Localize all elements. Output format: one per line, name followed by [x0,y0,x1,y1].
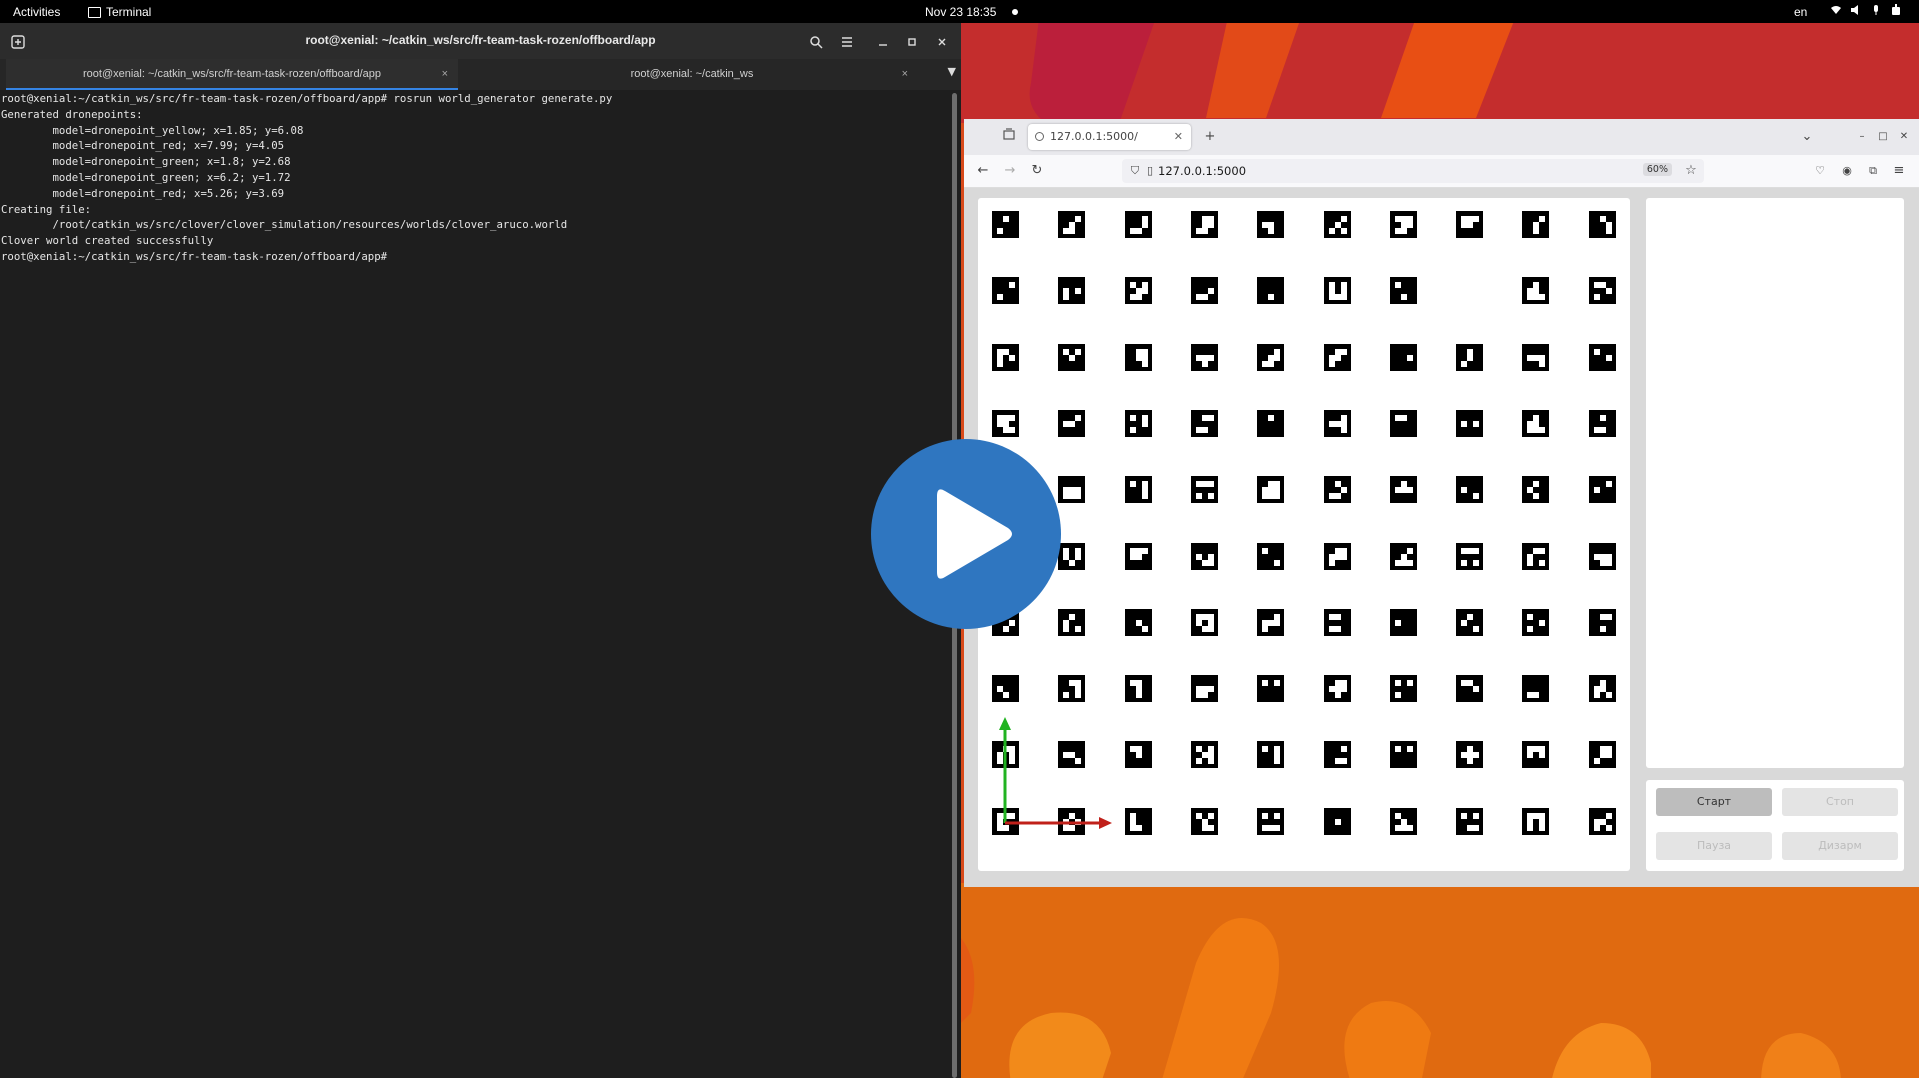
zoom-indicator[interactable]: 60% [1642,163,1672,176]
aruco-map[interactable] [978,198,1630,871]
menu-icon[interactable]: ≡ [1890,162,1908,180]
tab-label: root@xenial: ~/catkin_ws [630,68,754,80]
tab-dropdown-icon[interactable]: ▼ [948,65,956,78]
terminal-line: Clover world created successfully [1,234,214,248]
terminal-line: model=dronepoint_green; x=1.8; y=2.68 [1,155,291,169]
terminal-tab-bar: root@xenial: ~/catkin_ws/src/fr-team-tas… [0,59,961,90]
tab-close-icon[interactable]: × [902,59,908,89]
clock[interactable]: Nov 23 18:35 [925,5,996,19]
tab-title: 127.0.0.1:5000/ [1050,130,1138,143]
play-icon [937,489,1012,579]
volume-icon [1850,4,1862,18]
pocket-icon[interactable]: ♡ [1811,162,1829,180]
browser-tab[interactable]: 127.0.0.1:5000/ ✕ [1028,124,1191,150]
tab-close-icon[interactable]: × [442,59,448,89]
terminal-line: model=dronepoint_red; x=7.99; y=4.05 [1,139,285,153]
wifi-icon [1830,4,1842,18]
minimize-icon[interactable]: – [1853,128,1871,146]
system-top-bar: Activities Terminal Nov 23 18:35 en [0,0,1919,23]
terminal-line: /root/catkin_ws/src/clover/clover_simula… [1,218,568,232]
new-tab-icon[interactable]: + [1201,128,1219,146]
close-icon[interactable] [931,31,953,53]
terminal-headerbar: root@xenial: ~/catkin_ws/src/fr-team-tas… [0,23,961,59]
terminal-output[interactable]: root@xenial:~/catkin_ws/src/fr-team-task… [1,91,946,265]
list-tabs-icon[interactable]: ⌄ [1798,128,1816,146]
tab-close-icon[interactable]: ✕ [1174,130,1183,143]
disarm-button[interactable]: Дизарм [1782,832,1898,860]
app-name: Terminal [106,5,152,19]
keyboard-layout-indicator[interactable]: en [1794,5,1807,19]
y-axis-arrowhead [999,717,1011,730]
control-panel: Старт Стоп Пауза Дизарм [1646,780,1904,871]
close-icon[interactable]: ✕ [1895,128,1913,146]
bookmark-star-icon[interactable]: ☆ [1682,162,1700,180]
page-icon: ▯ [1146,164,1154,177]
url-text: 127.0.0.1:5000 [1158,164,1247,178]
extensions-icon[interactable]: ⧉ [1864,162,1882,180]
activities-button[interactable]: Activities [13,5,60,19]
pause-button[interactable]: Пауза [1656,832,1772,860]
globe-icon [1035,132,1044,141]
url-bar[interactable]: ⛉ ▯ 127.0.0.1:5000 60% ☆ [1122,159,1704,183]
browser-tab-bar: 127.0.0.1:5000/ ✕ + ⌄ – □ ✕ [964,119,1919,155]
stop-button[interactable]: Стоп [1782,788,1898,816]
notification-dot-icon [1012,9,1018,15]
minimize-icon[interactable] [872,31,894,53]
info-panel [1646,198,1904,768]
menu-icon[interactable] [836,31,858,53]
video-play-button[interactable] [871,439,1061,629]
reload-icon[interactable]: ↻ [1028,162,1046,180]
microphone-icon [1870,4,1882,18]
terminal-line: root@xenial:~/catkin_ws/src/fr-team-task… [1,249,388,263]
browser-window: 127.0.0.1:5000/ ✕ + ⌄ – □ ✕ ← → ↻ ⛉ ▯ 12… [964,119,1919,887]
app-menu[interactable]: Terminal [88,5,151,19]
start-button[interactable]: Старт [1656,788,1772,816]
terminal-icon [88,6,101,18]
maximize-icon[interactable]: □ [1874,128,1892,146]
maximize-icon[interactable] [901,31,923,53]
terminal-line: model=dronepoint_yellow; x=1.85; y=6.08 [1,123,304,137]
terminal-line: root@xenial:~/catkin_ws/src/fr-team-task… [1,92,613,105]
back-icon[interactable]: ← [974,162,992,180]
terminal-tab-app[interactable]: root@xenial: ~/catkin_ws/src/fr-team-tas… [6,59,458,90]
terminal-line: model=dronepoint_red; x=5.26; y=3.69 [1,186,285,200]
x-axis-arrowhead [1099,817,1112,829]
browser-navbar: ← → ↻ ⛉ ▯ 127.0.0.1:5000 60% ☆ ♡ ◉ ⧉ ≡ [964,155,1919,188]
terminal-line: Generated dronepoints: [1,107,143,121]
system-tray[interactable] [1830,4,1902,18]
coordinate-axes [999,717,1112,829]
power-icon [1890,4,1902,18]
terminal-line: Creating file: [1,202,92,216]
account-icon[interactable]: ◉ [1838,162,1856,180]
page-content: Старт Стоп Пауза Дизарм [964,188,1919,887]
terminal-tab-catkin[interactable]: root@xenial: ~/catkin_ws × [466,59,918,90]
terminal-window: root@xenial: ~/catkin_ws/src/fr-team-tas… [0,23,961,1078]
terminal-line: model=dronepoint_green; x=6.2; y=1.72 [1,170,291,184]
tab-overview-icon[interactable] [1000,128,1018,146]
search-icon[interactable] [805,31,827,53]
forward-icon[interactable]: → [1001,162,1019,180]
tab-label: root@xenial: ~/catkin_ws/src/fr-team-tas… [82,68,381,80]
